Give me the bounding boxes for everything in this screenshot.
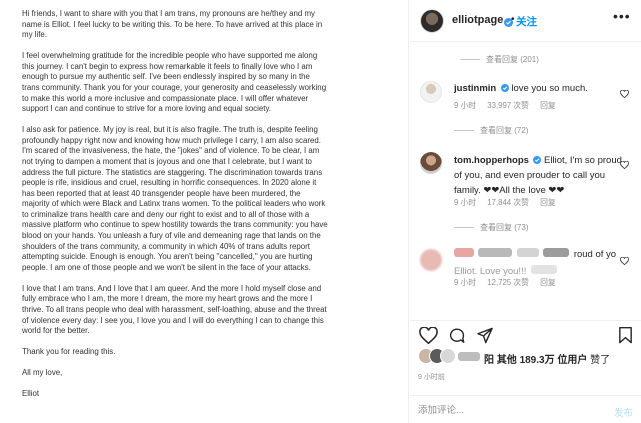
letter-text: Hi friends, I want to share with you tha… [22, 9, 398, 410]
heart-icon[interactable] [620, 252, 629, 270]
letter-paragraph: Elliot [22, 389, 40, 399]
share-icon[interactable] [476, 327, 494, 349]
comment-likes[interactable]: 12,725 次赞 [487, 278, 529, 287]
comment-item: roud of yo Elliot. Love you!!! 9 小时 12,7… [410, 246, 641, 308]
comment-likes[interactable]: 17,844 次赞 [487, 198, 529, 207]
post-timestamp: 9 小时前 [418, 374, 445, 381]
comment-item: tom.hopperhops Elliot, I'm so proud of y… [410, 150, 641, 232]
comments-panel: elliotpage • 关注 ••• 查看回复 (201) justinmin… [410, 0, 641, 423]
comment-item: justinmin love you so much. 9 小时 33,997 … [410, 79, 641, 139]
comment-time: 9 小时 [454, 101, 477, 110]
redaction-block [478, 248, 513, 258]
comment-likes[interactable]: 33,997 次赞 [487, 101, 529, 110]
likes-summary: 阳 其他 189.3万 位用户 赞了 [418, 348, 638, 368]
like-heart-icon[interactable] [419, 326, 438, 349]
comment-text-fragment: Elliot. Love you!!! [454, 266, 527, 277]
view-replies-label: 查看回复 (201) [486, 55, 539, 64]
comment-box: 发布 [410, 395, 641, 423]
post-image: Hi friends, I want to share with you tha… [0, 0, 409, 423]
comment-body: tom.hopperhops Elliot, I'm so proud of y… [454, 152, 622, 197]
comment-text: love you so much. [508, 83, 588, 94]
post-button[interactable]: 发布 [614, 405, 633, 419]
letter-paragraph: Hi friends, I want to share with you tha… [22, 9, 323, 40]
comment-bubble-icon[interactable] [448, 327, 466, 349]
avatar[interactable] [420, 9, 444, 33]
comment-meta: 9 小时 12,725 次赞 回复 [454, 277, 565, 288]
redaction-block [516, 248, 539, 258]
reply-line [454, 130, 474, 132]
post-header: elliotpage • 关注 ••• [410, 0, 641, 42]
letter-paragraph: I also ask for patience. My joy is real,… [22, 125, 328, 272]
likes-text[interactable]: 阳 其他 189.3万 位用户 赞了 [484, 351, 610, 366]
comment-body: justinmin love you so much. [454, 81, 619, 95]
liker-name: 阳 [484, 355, 494, 366]
comment-meta: 9 小时 33,997 次赞 回复 [454, 100, 565, 111]
header-username[interactable]: elliotpage [452, 14, 503, 26]
heart-icon[interactable] [620, 156, 629, 174]
comment-time: 9 小时 [454, 198, 477, 207]
view-replies-button[interactable]: 查看回复 (73) [454, 222, 528, 233]
letter-paragraph: All my love, [22, 368, 63, 378]
view-replies-button[interactable]: 查看回复 (72) [454, 125, 528, 136]
redaction-block [530, 265, 557, 275]
reply-line [460, 59, 480, 61]
separator-dot: • [511, 14, 515, 25]
bookmark-icon[interactable] [618, 327, 633, 349]
liked-word: 赞了 [590, 355, 611, 366]
letter-paragraph: I feel overwhelming gratitude for the in… [22, 51, 327, 114]
comment-input[interactable] [418, 401, 598, 419]
avatar[interactable] [420, 152, 442, 174]
comment-text-fragment: roud of yo [573, 249, 617, 260]
heart-icon[interactable] [620, 85, 629, 103]
reply-button[interactable]: 回复 [540, 278, 556, 287]
verified-icon [500, 82, 509, 94]
comment-username[interactable]: justinmin [454, 83, 496, 94]
action-bar [410, 320, 641, 346]
redaction-block [543, 248, 570, 258]
comment-time: 9 小时 [454, 278, 477, 287]
likes-count: 189.3万 [519, 355, 555, 366]
redaction-block [458, 352, 480, 361]
avatar[interactable] [420, 249, 442, 271]
reply-line [454, 227, 474, 229]
comment-body: roud of yo Elliot. Love you!!! [454, 246, 622, 278]
reply-button[interactable]: 回复 [540, 198, 556, 207]
others-label: 其他 [496, 355, 517, 366]
view-replies-label: 查看回复 (73) [480, 223, 529, 232]
redaction-block [454, 248, 474, 258]
more-options-icon[interactable]: ••• [613, 8, 631, 24]
liker-avatar[interactable] [440, 348, 456, 364]
letter-paragraph: Thank you for reading this. [22, 347, 116, 357]
censored-line: roud of yo [454, 246, 622, 261]
letter-paragraph: I love that I am trans. And I love that … [22, 283, 327, 336]
view-replies-label: 查看回复 (72) [480, 126, 529, 135]
avatar[interactable] [420, 81, 442, 103]
comment-username[interactable]: tom.hopperhops [454, 155, 529, 166]
likes-suffix: 位用户 [557, 355, 588, 366]
view-replies-button[interactable]: 查看回复 (201) [460, 54, 539, 65]
follow-button[interactable]: 关注 [516, 14, 537, 29]
censored-line: Elliot. Love you!!! [454, 263, 622, 278]
comment-meta: 9 小时 17,844 次赞 回复 [454, 197, 565, 208]
reply-button[interactable]: 回复 [540, 101, 556, 110]
